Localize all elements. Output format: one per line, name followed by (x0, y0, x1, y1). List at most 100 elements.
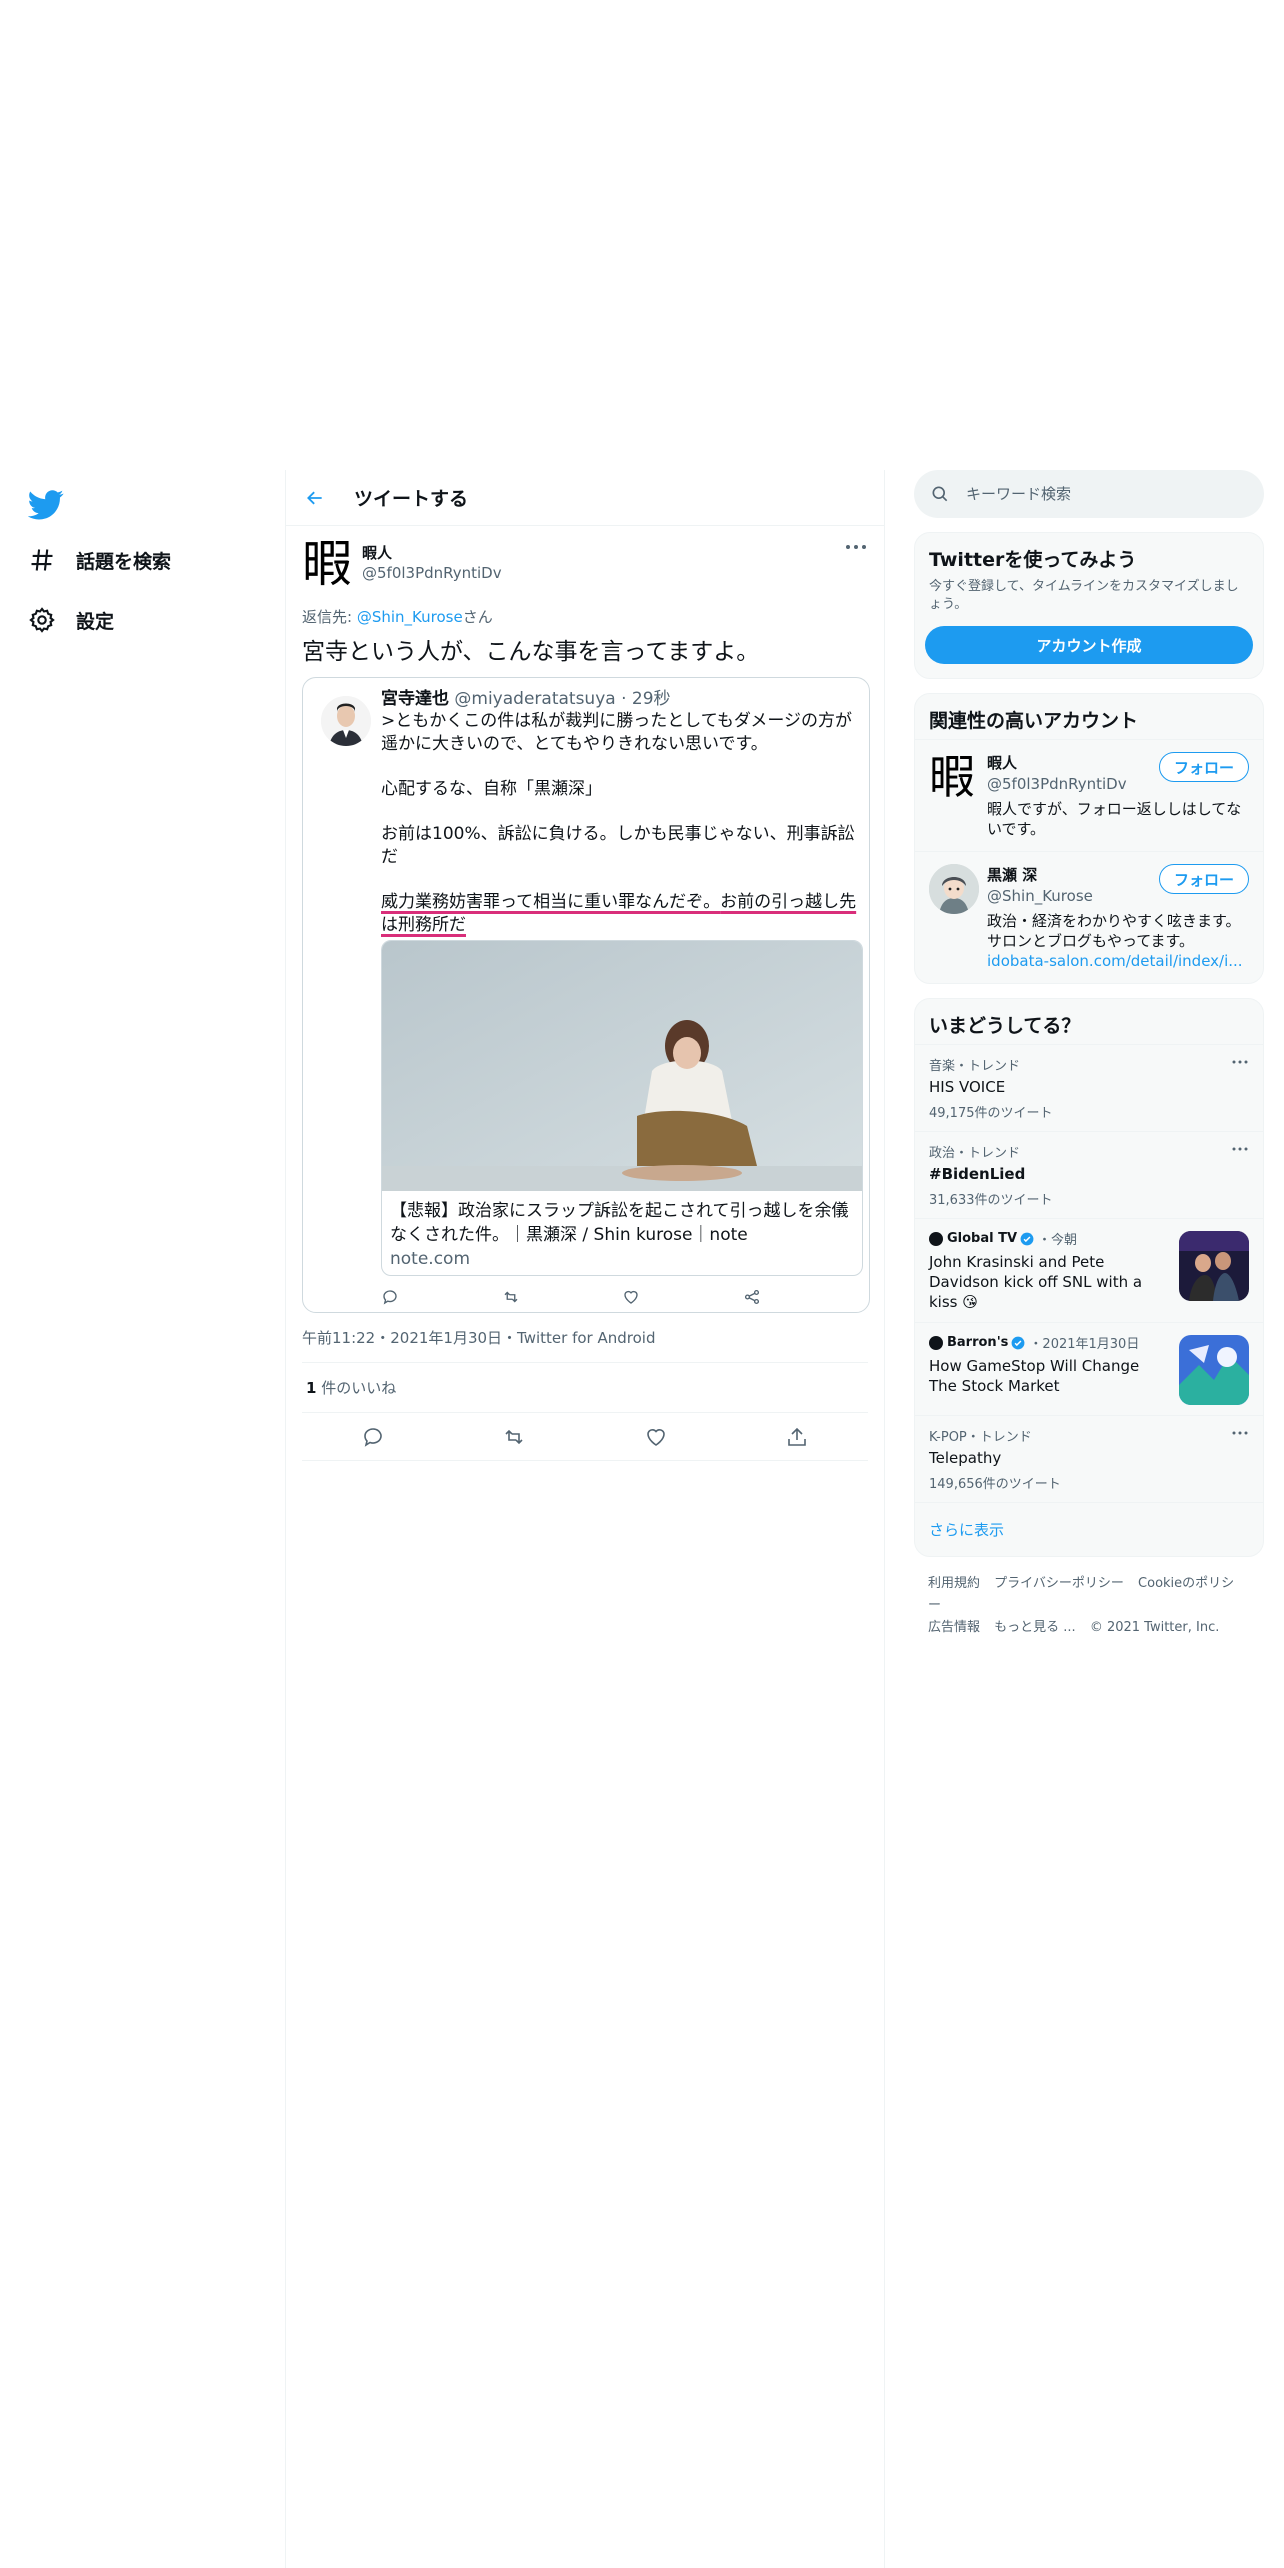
card-title: 【悲報】政治家にスラップ訴訟を起こされて引っ越しを余儀なくされた件。｜黒瀬深 /… (390, 1201, 849, 1245)
hashtag-icon (28, 546, 56, 574)
follow-button[interactable]: フォロー (1158, 752, 1249, 782)
share-icon[interactable] (785, 1425, 809, 1449)
account-bio-link[interactable]: idobata-salon.com/detail/index/i... (987, 952, 1243, 970)
author-name[interactable]: 暇人 (362, 542, 502, 563)
account-bio: 暇人ですが、フォロー返ししはしてないです。 (987, 800, 1242, 838)
embed-header: 宮寺達也 @miyaderatatsuya · 29秒 (381, 688, 865, 710)
embed-actions (381, 1288, 761, 1306)
news-item[interactable]: Barron's ・2021年1月30日 How GameStop Will C… (915, 1322, 1263, 1415)
news-title: How GameStop Will Change The Stock Marke… (929, 1357, 1140, 1395)
trend-count: 149,656件のツイート (929, 1477, 1061, 1492)
reply-icon (381, 1288, 399, 1306)
news-title: John Krasinski and Pete Davidson kick of… (929, 1253, 1143, 1311)
footer-privacy-link[interactable]: プライバシーポリシー (994, 1576, 1124, 1591)
news-source: Global TV ・今朝 (929, 1229, 1169, 1248)
news-source-name: Barron's (947, 1335, 1009, 1350)
footer-ads-link[interactable]: 広告情報 (928, 1620, 980, 1635)
card-domain: note.com (390, 1249, 471, 1269)
sidebar-right: Twitterを使ってみよう 今すぐ登録して、タイムラインをカスタマイズしましょ… (914, 470, 1264, 1655)
trend-name: HIS VOICE (929, 1078, 1006, 1096)
news-item[interactable]: Global TV ・今朝 John Krasinski and Pete Da… (915, 1218, 1263, 1322)
trend-context: 音楽・トレンド (929, 1059, 1021, 1074)
account-bio: 政治・経済をわかりやすく呟きます。サロンとブログもやってます。 idobata-s… (987, 911, 1247, 971)
back-arrow-icon (307, 491, 322, 504)
embed-text-line: 心配するな、自称「黒瀬深」 (381, 779, 602, 799)
follow-button[interactable]: フォロー (1158, 864, 1249, 894)
more-options-icon[interactable] (844, 540, 868, 560)
tweet-text: 宮寺という人が、こんな事を言ってますよ。 (302, 639, 760, 665)
tweet-timestamp[interactable]: 午前11:22・2021年1月30日・Twitter for Android (302, 1327, 868, 1363)
news-thumbnail (1179, 1231, 1249, 1301)
author-meta: 暇人 @5f0l3PdnRyntiDv (362, 536, 502, 582)
news-text: Barron's ・2021年1月30日 How GameStop Will C… (929, 1333, 1169, 1405)
source-logo-icon (929, 1335, 943, 1350)
avatar[interactable]: 暇 (302, 536, 352, 592)
embed-handle-time: @miyaderatatsuya · 29秒 (449, 689, 671, 709)
likes-number: 1 (306, 1379, 317, 1397)
trend-count: 49,175件のツイート (929, 1106, 1053, 1121)
likes-label: 件のいいね (316, 1379, 397, 1397)
reply-prefix: 返信先: (302, 608, 357, 626)
main-column: ツイートする 暇 暇人 @5f0l3PdnRyntiDv 返信先: @Shin_… (286, 470, 884, 1461)
avatar[interactable] (929, 864, 979, 914)
embed-tweet-body: 宮寺達也 @miyaderatatsuya · 29秒 >ともかくこの件は私が裁… (381, 688, 865, 937)
nav-explore-label: 話題を検索 (76, 550, 172, 573)
column-header: ツイートする (286, 470, 884, 526)
page-title: ツイートする (354, 488, 469, 510)
trend-name: #BidenLied (929, 1165, 1026, 1183)
trend-item[interactable]: 音楽・トレンド HIS VOICE 49,175件のツイート (915, 1044, 1263, 1131)
reply-to: 返信先: @Shin_Kuroseさん (302, 606, 868, 627)
retweet-icon[interactable] (502, 1425, 526, 1449)
retweet-icon (502, 1288, 520, 1306)
trends-panel: いまどうしてる？ 音楽・トレンド HIS VOICE 49,175件のツイート … (914, 998, 1264, 1557)
trends-title: いまどうしてる？ (929, 1015, 1081, 1037)
trend-item[interactable]: K-POP・トレンド Telepathy 149,656件のツイート (915, 1415, 1263, 1502)
back-button[interactable] (298, 481, 332, 515)
reply-icon[interactable] (361, 1425, 385, 1449)
footer-terms-link[interactable]: 利用規約 (928, 1576, 980, 1591)
search-input[interactable] (966, 485, 1226, 503)
search-icon (930, 484, 950, 504)
embed-avatar (321, 696, 371, 746)
embed-author-name: 宮寺達也 (381, 689, 449, 709)
news-time: ・2021年1月30日 (1029, 1337, 1140, 1352)
nav-explore[interactable]: 話題を検索 (28, 538, 171, 582)
likes-count[interactable]: 1 件のいいね (302, 1363, 868, 1413)
reply-mention-link[interactable]: @Shin_Kurose (357, 608, 463, 626)
more-options-icon[interactable] (1231, 1142, 1249, 1156)
search-box[interactable] (914, 470, 1264, 518)
author-handle[interactable]: @5f0l3PdnRyntiDv (362, 564, 502, 582)
show-more-link[interactable]: さらに表示 (915, 1502, 1263, 1556)
card-image (382, 941, 862, 1191)
signup-subtitle: 今すぐ登録して、タイムラインをカスタマイズしましょう。 (929, 579, 1239, 612)
nav-settings[interactable]: 設定 (28, 598, 114, 642)
trend-context: 政治・トレンド (929, 1146, 1021, 1161)
heart-icon[interactable] (644, 1425, 668, 1449)
share-icon (743, 1288, 761, 1306)
trend-context: K-POP・トレンド (929, 1430, 1032, 1445)
more-options-icon[interactable] (1231, 1426, 1249, 1440)
link-card: 【悲報】政治家にスラップ訴訟を起こされて引っ越しを余儀なくされた件。｜黒瀬深 /… (381, 940, 863, 1276)
trend-count: 31,633件のツイート (929, 1193, 1053, 1208)
avatar[interactable]: 暇 (929, 752, 979, 802)
footer-links: 利用規約 プライバシーポリシー Cookieのポリシー 広告情報 もっと見る .… (914, 1557, 1264, 1655)
nav-settings-label: 設定 (76, 610, 115, 633)
trend-item[interactable]: 政治・トレンド #BidenLied 31,633件のツイート (915, 1131, 1263, 1218)
more-options-icon[interactable] (1231, 1055, 1249, 1069)
twitter-logo-icon[interactable] (28, 486, 64, 522)
signup-title: Twitterを使ってみよう (929, 549, 1137, 571)
tweet-author[interactable]: 暇 暇人 @5f0l3PdnRyntiDv (302, 536, 868, 592)
verified-badge-icon (1011, 1336, 1025, 1350)
embed-text-line: 威力業務妨害罪って相当に重い罪なんだぞ。お前の引っ越し先は刑務所だ (381, 891, 865, 937)
tweet-actions (302, 1413, 868, 1461)
create-account-button[interactable]: アカウント作成 (925, 626, 1253, 664)
account-item[interactable]: 黒瀬 深 @Shin_Kurose 政治・経済をわかりやすく呟きます。サロンとブ… (915, 851, 1263, 983)
account-item[interactable]: 暇 暇人 @5f0l3PdnRyntiDv 暇人ですが、フォロー返ししはしてない… (915, 739, 1263, 851)
footer-more-link[interactable]: もっと見る ... (994, 1620, 1076, 1635)
news-thumbnail (1179, 1335, 1249, 1405)
attached-screenshot[interactable]: 宮寺達也 @miyaderatatsuya · 29秒 >ともかくこの件は私が裁… (302, 677, 870, 1313)
embed-text-line: >ともかくこの件は私が裁判に勝ったとしてもダメージの方が遥かに大きいので、とても… (381, 711, 853, 754)
tweet-detail: 暇 暇人 @5f0l3PdnRyntiDv 返信先: @Shin_Kuroseさ… (286, 526, 884, 1461)
who-to-follow-panel: 関連性の高いアカウント 暇 暇人 @5f0l3PdnRyntiDv 暇人ですが、… (914, 693, 1264, 984)
footer-copyright: © 2021 Twitter, Inc. (1089, 1620, 1220, 1635)
